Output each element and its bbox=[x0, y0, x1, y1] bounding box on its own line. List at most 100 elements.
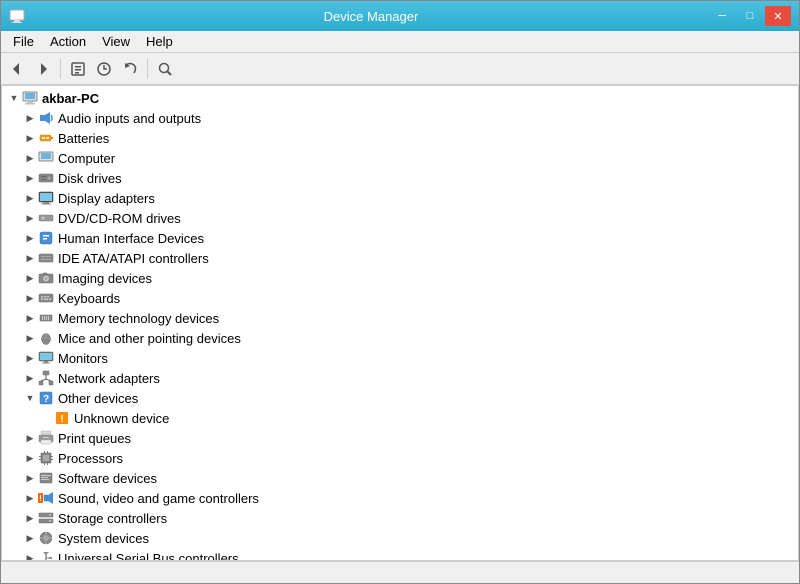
system-label: System devices bbox=[58, 531, 149, 546]
ide-icon bbox=[38, 250, 54, 266]
svg-text:!: ! bbox=[39, 494, 42, 503]
memory-icon bbox=[38, 310, 54, 326]
storage-expand[interactable]: ▶ bbox=[22, 510, 38, 526]
dvd-item[interactable]: ▶ DVD/CD-ROM drives bbox=[2, 208, 798, 228]
sound-expand[interactable]: ▶ bbox=[22, 490, 38, 506]
dvd-expand[interactable]: ▶ bbox=[22, 210, 38, 226]
mice-expand[interactable]: ▶ bbox=[22, 330, 38, 346]
menu-view[interactable]: View bbox=[94, 32, 138, 51]
display-expand[interactable]: ▶ bbox=[22, 190, 38, 206]
network-item[interactable]: ▶ Network adapters bbox=[2, 368, 798, 388]
print-label: Print queues bbox=[58, 431, 131, 446]
print-icon bbox=[38, 430, 54, 446]
software-label: Software devices bbox=[58, 471, 157, 486]
properties-button[interactable] bbox=[66, 57, 90, 81]
display-item[interactable]: ▶ Display adapters bbox=[2, 188, 798, 208]
monitors-item[interactable]: ▶ Monitors bbox=[2, 348, 798, 368]
imaging-item[interactable]: ▶ Imaging devices bbox=[2, 268, 798, 288]
computer-label: Computer bbox=[58, 151, 115, 166]
back-button[interactable] bbox=[5, 57, 29, 81]
usb-label: Universal Serial Bus controllers bbox=[58, 551, 239, 562]
disk-expand[interactable]: ▶ bbox=[22, 170, 38, 186]
monitors-expand[interactable]: ▶ bbox=[22, 350, 38, 366]
network-icon bbox=[38, 370, 54, 386]
toolbar-sep-1 bbox=[60, 59, 61, 79]
battery-icon bbox=[38, 130, 54, 146]
ide-item[interactable]: ▶ IDE ATA/ATAPI controllers bbox=[2, 248, 798, 268]
menu-action[interactable]: Action bbox=[42, 32, 94, 51]
sound-label: Sound, video and game controllers bbox=[58, 491, 259, 506]
update-driver-button[interactable] bbox=[92, 57, 116, 81]
hid-icon bbox=[38, 230, 54, 246]
root-item[interactable]: ▼ akbar-PC bbox=[2, 88, 798, 108]
computer-expand[interactable]: ▶ bbox=[22, 150, 38, 166]
usb-expand[interactable]: ▶ bbox=[22, 550, 38, 561]
hid-item[interactable]: ▶ Human Interface Devices bbox=[2, 228, 798, 248]
display-icon bbox=[38, 190, 54, 206]
keyboards-label: Keyboards bbox=[58, 291, 120, 306]
memory-item[interactable]: ▶ Memory technology devices bbox=[2, 308, 798, 328]
processors-expand[interactable]: ▶ bbox=[22, 450, 38, 466]
menu-file[interactable]: File bbox=[5, 32, 42, 51]
usb-item[interactable]: ▶ Universal Serial Bus controllers bbox=[2, 548, 798, 561]
network-expand[interactable]: ▶ bbox=[22, 370, 38, 386]
processor-icon bbox=[38, 450, 54, 466]
storage-item[interactable]: ▶ Storage controllers bbox=[2, 508, 798, 528]
processors-item[interactable]: ▶ Processors bbox=[2, 448, 798, 468]
batteries-label: Batteries bbox=[58, 131, 109, 146]
root-label: akbar-PC bbox=[42, 91, 99, 106]
mice-item[interactable]: ▶ Mice and other pointing devices bbox=[2, 328, 798, 348]
dvd-label: DVD/CD-ROM drives bbox=[58, 211, 181, 226]
imaging-icon bbox=[38, 270, 54, 286]
forward-button[interactable] bbox=[31, 57, 55, 81]
audio-item[interactable]: ▶ Audio inputs and outputs bbox=[2, 108, 798, 128]
maximize-button[interactable]: □ bbox=[737, 6, 763, 26]
mouse-icon bbox=[38, 330, 54, 346]
print-expand[interactable]: ▶ bbox=[22, 430, 38, 446]
scan-changes-button[interactable] bbox=[153, 57, 177, 81]
system-item[interactable]: ▶ System devices bbox=[2, 528, 798, 548]
storage-icon bbox=[38, 510, 54, 526]
root-expand[interactable]: ▼ bbox=[6, 90, 22, 106]
disk-item[interactable]: ▶ Disk drives bbox=[2, 168, 798, 188]
monitor-icon bbox=[38, 350, 54, 366]
close-button[interactable]: ✕ bbox=[765, 6, 791, 26]
keyboards-expand[interactable]: ▶ bbox=[22, 290, 38, 306]
memory-expand[interactable]: ▶ bbox=[22, 310, 38, 326]
batteries-item[interactable]: ▶ Batteries bbox=[2, 128, 798, 148]
other-expand[interactable]: ▼ bbox=[22, 390, 38, 406]
audio-expand[interactable]: ▶ bbox=[22, 110, 38, 126]
ide-label: IDE ATA/ATAPI controllers bbox=[58, 251, 209, 266]
status-bar bbox=[1, 561, 799, 583]
toolbar bbox=[1, 53, 799, 85]
other-devices-item[interactable]: ▼ ? Other devices bbox=[2, 388, 798, 408]
computer-item[interactable]: ▶ Computer bbox=[2, 148, 798, 168]
sound-item[interactable]: ▶ ! Sound, video and game controllers bbox=[2, 488, 798, 508]
unknown-device-item[interactable]: ! Unknown device bbox=[2, 408, 798, 428]
menu-help[interactable]: Help bbox=[138, 32, 181, 51]
disk-label: Disk drives bbox=[58, 171, 122, 186]
device-list: ▼ akbar-PC ▶ bbox=[2, 86, 798, 561]
imaging-expand[interactable]: ▶ bbox=[22, 270, 38, 286]
software-expand[interactable]: ▶ bbox=[22, 470, 38, 486]
minimize-button[interactable]: ─ bbox=[709, 6, 735, 26]
software-icon bbox=[38, 470, 54, 486]
title-bar: Device Manager ─ □ ✕ bbox=[1, 1, 799, 31]
rollback-button[interactable] bbox=[118, 57, 142, 81]
batteries-expand[interactable]: ▶ bbox=[22, 130, 38, 146]
keyboards-item[interactable]: ▶ Keyboards bbox=[2, 288, 798, 308]
ide-expand[interactable]: ▶ bbox=[22, 250, 38, 266]
device-manager-window: Device Manager ─ □ ✕ File Action View He… bbox=[0, 0, 800, 584]
app-icon bbox=[9, 8, 25, 24]
svg-text:?: ? bbox=[43, 394, 49, 405]
unknown-device-label: Unknown device bbox=[74, 411, 169, 426]
print-item[interactable]: ▶ Print queues bbox=[2, 428, 798, 448]
toolbar-sep-2 bbox=[147, 59, 148, 79]
system-expand[interactable]: ▶ bbox=[22, 530, 38, 546]
hid-expand[interactable]: ▶ bbox=[22, 230, 38, 246]
device-tree-area[interactable]: ▼ akbar-PC ▶ bbox=[1, 85, 799, 561]
hid-label: Human Interface Devices bbox=[58, 231, 204, 246]
software-item[interactable]: ▶ Software devices bbox=[2, 468, 798, 488]
other-devices-label: Other devices bbox=[58, 391, 138, 406]
usb-icon bbox=[38, 550, 54, 561]
